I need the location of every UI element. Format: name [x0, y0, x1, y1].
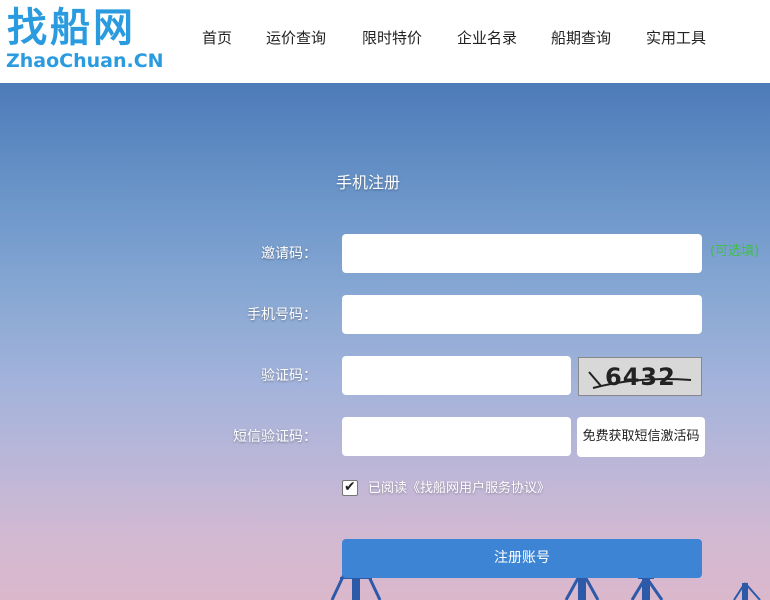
get-sms-code-button[interactable]: 免费获取短信激活码 [577, 417, 705, 457]
captcha-label: 验证码： [261, 368, 317, 384]
nav-item-special-offers[interactable]: 限时特价 [362, 28, 422, 48]
nav-item-freight-query[interactable]: 运价查询 [266, 28, 326, 48]
agree-checkbox[interactable]: ✔ [342, 479, 358, 496]
phone-label: 手机号码： [247, 307, 317, 323]
agreement-link[interactable]: 已阅读《找船网用户服务协议》 [368, 479, 550, 499]
register-button[interactable]: 注册账号 [342, 539, 702, 578]
checkmark-icon: ✔ [344, 479, 356, 495]
main-nav: 首页 运价查询 限时特价 企业名录 船期查询 实用工具 [0, 0, 770, 83]
sms-code-label: 短信验证码： [233, 429, 317, 445]
nav-item-company-directory[interactable]: 企业名录 [457, 28, 517, 48]
form-title: 手机注册 [336, 173, 401, 192]
invite-code-input[interactable] [342, 234, 702, 273]
hero-background: 手机注册 邀请码： (可选填) 手机号码： 验证码： 6432 短信验证码： 免… [0, 83, 770, 600]
captcha-input[interactable] [342, 356, 571, 395]
optional-note: (可选填) [710, 244, 760, 259]
sms-code-input[interactable] [342, 417, 571, 456]
captcha-noise-lines [588, 371, 692, 389]
invite-label: 邀请码： [261, 246, 317, 262]
nav-item-tools[interactable]: 实用工具 [646, 28, 706, 48]
nav-item-home[interactable]: 首页 [202, 28, 232, 48]
port-cranes-illustration [330, 545, 761, 600]
phone-input[interactable] [342, 295, 702, 334]
site-header: 找船网 ZhaoChuan.CN 首页 运价查询 限时特价 企业名录 船期查询 … [0, 0, 770, 83]
nav-item-schedule-query[interactable]: 船期查询 [551, 28, 611, 48]
captcha-image[interactable]: 6432 [578, 357, 702, 396]
